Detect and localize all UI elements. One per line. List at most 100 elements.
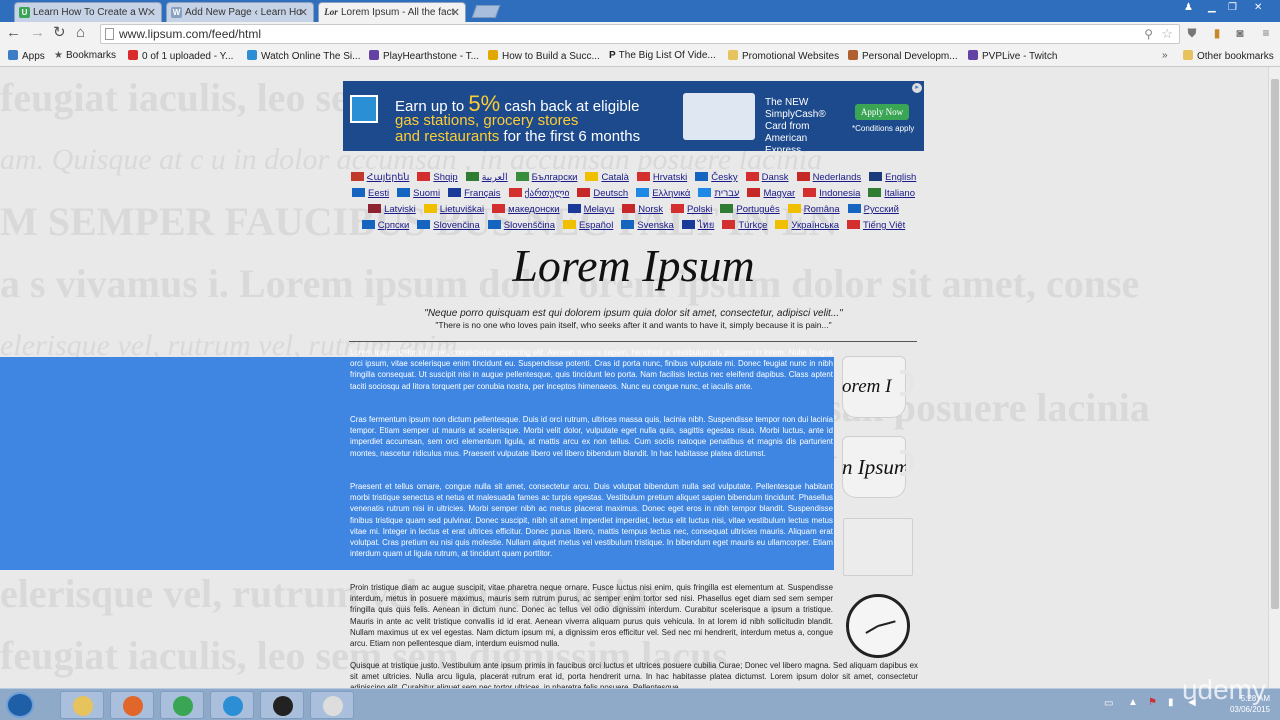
bookmark-promotional-websites[interactable]: Promotional Websites bbox=[728, 50, 839, 62]
language-link[interactable]: Shqip bbox=[417, 170, 458, 186]
bookmark-how-to-build[interactable]: How to Build a Succ... bbox=[488, 50, 600, 62]
language-link[interactable]: Svenska bbox=[621, 218, 674, 234]
language-link[interactable]: Български bbox=[515, 170, 577, 186]
mousepad-product[interactable] bbox=[843, 518, 913, 576]
bookmark-label: Other bookmarks bbox=[1197, 51, 1274, 62]
mug-product-1[interactable]: orem I bbox=[838, 352, 914, 422]
taskbar-app-chrome[interactable] bbox=[160, 691, 204, 719]
bookmark-label: Promotional Websites bbox=[742, 51, 840, 62]
language-link[interactable]: Українська bbox=[775, 218, 839, 234]
bookmark-personal-development[interactable]: Personal Developm... bbox=[848, 50, 958, 62]
language-link[interactable]: Melayu bbox=[567, 202, 614, 218]
language-link[interactable]: Nederlands bbox=[796, 170, 861, 186]
language-link[interactable]: Français bbox=[448, 186, 501, 202]
language-link[interactable]: Español bbox=[562, 218, 613, 234]
language-link[interactable]: ไทย bbox=[681, 218, 714, 234]
language-link[interactable]: Româna bbox=[787, 202, 840, 218]
language-link[interactable]: Slovenčina bbox=[417, 218, 480, 234]
scrollbar-thumb[interactable] bbox=[1271, 79, 1279, 609]
close-tab-icon[interactable]: ✕ bbox=[451, 6, 460, 19]
camera-extension-icon[interactable]: ◙ bbox=[1233, 26, 1247, 40]
restore-icon[interactable]: ❐ bbox=[1228, 2, 1237, 13]
language-link[interactable]: עברית bbox=[698, 186, 739, 202]
bookmark-other[interactable]: Other bookmarks bbox=[1183, 50, 1274, 62]
close-tab-icon[interactable]: ✕ bbox=[299, 6, 308, 19]
language-link[interactable]: Ελληνικά bbox=[636, 186, 690, 202]
language-link[interactable]: ‏العربية bbox=[465, 170, 508, 186]
tab-title: Lorem Ipsum - All the fact bbox=[341, 7, 455, 18]
language-link[interactable]: Latviski bbox=[368, 202, 416, 218]
bookmark-star-icon[interactable]: ☆ bbox=[1161, 26, 1173, 42]
language-link[interactable]: македонски bbox=[492, 202, 560, 218]
bookmark-watch-online[interactable]: Watch Online The Si... bbox=[247, 50, 361, 62]
mug-product-2[interactable]: n Ipsum bbox=[838, 432, 914, 502]
language-link[interactable]: ქართული bbox=[508, 186, 569, 202]
tab-lorem-ipsum[interactable]: Lor Lorem Ipsum - All the fact ✕ bbox=[318, 2, 466, 22]
flag-icon bbox=[487, 220, 501, 229]
language-link[interactable]: Polski bbox=[671, 202, 712, 218]
language-link[interactable]: Magyar bbox=[747, 186, 795, 202]
forward-icon[interactable]: → bbox=[30, 25, 45, 41]
language-link[interactable]: Indonesia bbox=[803, 186, 860, 202]
feedly-extension-icon[interactable]: ▮ bbox=[1210, 26, 1224, 40]
language-link[interactable]: Slovenščina bbox=[487, 218, 555, 234]
adchoices-icon[interactable]: ▸ bbox=[912, 83, 922, 93]
page-scrollbar[interactable] bbox=[1268, 67, 1280, 688]
bookmark-youtube-upload[interactable]: 0 of 1 uploaded - Y... bbox=[128, 50, 233, 62]
address-bar[interactable]: www.lipsum.com/feed/html ⚲ ☆ bbox=[100, 24, 1180, 44]
language-link[interactable]: Dansk bbox=[745, 170, 789, 186]
clock-product[interactable] bbox=[846, 594, 910, 658]
taskbar-app-skype[interactable] bbox=[210, 691, 254, 719]
language-link[interactable]: Suomi bbox=[397, 186, 440, 202]
bookmark-big-list[interactable]: P The Big List Of Vide... bbox=[609, 50, 716, 61]
taskbar-app-documents[interactable] bbox=[310, 691, 354, 719]
bookmark-apps[interactable]: Apps bbox=[8, 50, 45, 62]
bookmark-bookmarks[interactable]: ★ Bookmarks bbox=[54, 50, 116, 61]
tray-expand-icon[interactable]: ▲ bbox=[1128, 697, 1138, 708]
page-icon bbox=[105, 28, 114, 40]
language-link[interactable]: Eesti bbox=[352, 186, 389, 202]
tab-learn-how-to-create[interactable]: U Learn How To Create a W ✕ bbox=[14, 2, 162, 22]
shield-extension-icon[interactable]: ⛊ bbox=[1185, 26, 1199, 40]
tray-network-icon[interactable]: ▮ bbox=[1168, 697, 1174, 708]
language-link[interactable]: Deutsch bbox=[577, 186, 628, 202]
language-link[interactable]: Pусский bbox=[847, 202, 899, 218]
window-close-icon[interactable]: ✕ bbox=[1254, 2, 1262, 13]
language-link[interactable]: Српски bbox=[361, 218, 409, 234]
close-tab-icon[interactable]: ✕ bbox=[147, 6, 156, 19]
language-link[interactable]: Česky bbox=[695, 170, 738, 186]
language-link[interactable]: Català bbox=[585, 170, 629, 186]
bookmark-pvplive[interactable]: PVPLive - Twitch bbox=[968, 50, 1057, 62]
language-link[interactable]: Türkçe bbox=[722, 218, 767, 234]
bookmark-playhearthstone[interactable]: PlayHearthstone - T... bbox=[369, 50, 479, 62]
language-link[interactable]: Norsk bbox=[622, 202, 663, 218]
start-button[interactable] bbox=[6, 692, 34, 718]
bookmark-label: Bookmarks bbox=[65, 50, 116, 61]
language-link[interactable]: Português bbox=[720, 202, 780, 218]
new-tab-button[interactable] bbox=[471, 5, 501, 18]
language-link[interactable]: Հայերեն bbox=[350, 170, 409, 186]
language-link[interactable]: Hrvatski bbox=[636, 170, 687, 186]
reload-icon[interactable]: ↻ bbox=[53, 25, 66, 41]
language-link[interactable]: Tiếng Việt bbox=[847, 218, 905, 234]
home-icon[interactable]: ⌂ bbox=[76, 25, 85, 41]
language-link[interactable]: Lietuviškai bbox=[423, 202, 484, 218]
language-name: עברית bbox=[714, 188, 740, 199]
apply-now-button[interactable]: Apply Now bbox=[855, 104, 909, 120]
tray-keyboard-icon[interactable]: ▭ bbox=[1104, 698, 1113, 709]
translate-icon[interactable]: ⚲ bbox=[1144, 27, 1153, 41]
menu-icon[interactable]: ≡ bbox=[1259, 26, 1273, 40]
taskbar-app-explorer[interactable] bbox=[60, 691, 104, 719]
tray-flag-icon[interactable]: ⚑ bbox=[1148, 697, 1157, 708]
language-link[interactable]: Italiano bbox=[868, 186, 915, 202]
back-icon[interactable]: ← bbox=[6, 25, 21, 41]
bookmarks-overflow-icon[interactable]: » bbox=[1162, 50, 1168, 61]
tab-add-new-page[interactable]: W Add New Page ‹ Learn Ho ✕ bbox=[166, 2, 314, 22]
language-link[interactable]: English bbox=[869, 170, 916, 186]
user-icon[interactable]: ♟ bbox=[1184, 2, 1193, 13]
amex-banner-ad[interactable]: Earn up to 5% cash back at eligible gas … bbox=[343, 81, 924, 151]
star-icon: ★ bbox=[54, 50, 63, 61]
taskbar-app-obs[interactable] bbox=[260, 691, 304, 719]
minimize-icon[interactable]: ▁ bbox=[1208, 2, 1216, 13]
taskbar-app-firefox[interactable] bbox=[110, 691, 154, 719]
